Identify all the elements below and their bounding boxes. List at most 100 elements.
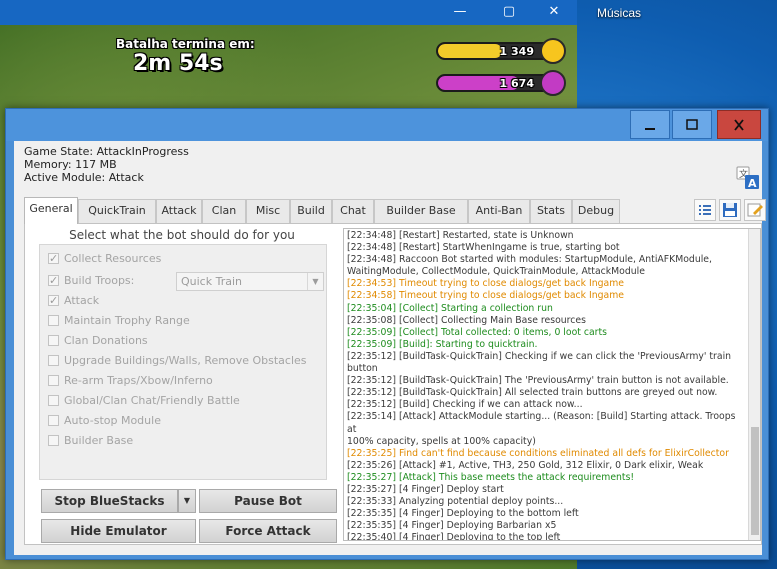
troop-mode-value: Quick Train bbox=[181, 275, 242, 288]
log-line: [22:35:12] [BuildTask-QuickTrain] All se… bbox=[347, 387, 718, 399]
edit-button[interactable] bbox=[744, 199, 766, 221]
settings-heading: Select what the bot should do for you bbox=[69, 228, 295, 242]
save-button[interactable] bbox=[719, 199, 741, 221]
log-line: [22:35:35] [4 Finger] Deploying Barbaria… bbox=[347, 520, 557, 532]
emulator-maximize-button[interactable]: ▢ bbox=[486, 0, 532, 25]
log-panel[interactable]: [22:34:48] [Restart] Restarted, state is… bbox=[343, 228, 761, 541]
log-line: [22:34:58] Timeout trying to close dialo… bbox=[347, 290, 624, 302]
troop-mode-select[interactable]: Quick Train ▼ bbox=[176, 272, 324, 291]
bot-titlebar[interactable] bbox=[6, 109, 768, 141]
checkbox[interactable] bbox=[48, 314, 59, 326]
log-lines: [22:34:48] [Restart] Restarted, state is… bbox=[347, 230, 747, 541]
checkbox[interactable] bbox=[48, 273, 59, 289]
chevron-down-icon[interactable]: ▼ bbox=[307, 273, 323, 290]
log-line: [22:35:27] [4 Finger] Deploy start bbox=[347, 483, 504, 495]
chat-friendly-battle-option[interactable]: Global/Clan Chat/Friendly Battle bbox=[48, 393, 240, 409]
gold-coin-icon bbox=[540, 38, 566, 64]
option-label: Collect Resources bbox=[64, 252, 162, 265]
log-line: [22:35:08] [Collect] Collecting Main Bas… bbox=[347, 314, 586, 326]
option-label: Global/Clan Chat/Friendly Battle bbox=[64, 394, 240, 407]
tab-chat[interactable]: Chat bbox=[332, 199, 374, 223]
auto-stop-module-option[interactable]: Auto-stop Module bbox=[48, 413, 161, 429]
log-line: [22:35:12] [BuildTask-QuickTrain] The 'P… bbox=[347, 375, 729, 387]
log-line: [22:35:33] Analyzing potential deploy po… bbox=[347, 496, 564, 508]
hide-emulator-button[interactable]: Hide Emulator bbox=[41, 519, 196, 543]
active-module-text: Active Module: Attack bbox=[24, 171, 144, 184]
log-line: [22:35:40] [4 Finger] Deploying to the t… bbox=[347, 532, 561, 541]
elixir-amount: 1 674 bbox=[499, 77, 534, 90]
option-label: Build Troops: bbox=[64, 274, 135, 287]
checkbox[interactable] bbox=[48, 251, 59, 267]
minimize-icon bbox=[645, 128, 655, 130]
upgrade-buildings-option[interactable]: Upgrade Buildings/Walls, Remove Obstacle… bbox=[48, 353, 307, 369]
tab-anti-ban[interactable]: Anti-Ban bbox=[468, 199, 530, 223]
option-label: Clan Donations bbox=[64, 334, 148, 347]
game-state-text: Game State: AttackInProgress bbox=[24, 145, 189, 158]
build-troops-option[interactable]: Build Troops: bbox=[48, 273, 134, 289]
stop-options-dropdown[interactable]: ▼ bbox=[178, 489, 196, 513]
clan-donations-option[interactable]: Clan Donations bbox=[48, 333, 148, 349]
translate-icon[interactable]: 文 A bbox=[736, 166, 760, 190]
settings-group: Collect Resources Build Troops: Attack M… bbox=[39, 244, 327, 480]
option-label: Upgrade Buildings/Walls, Remove Obstacle… bbox=[64, 354, 307, 367]
svg-text:A: A bbox=[748, 177, 757, 190]
minimize-button[interactable] bbox=[630, 110, 670, 139]
log-line: [22:35:14] [Attack] AttackModule startin… bbox=[347, 411, 736, 435]
checkbox[interactable] bbox=[48, 394, 59, 406]
tab-debug[interactable]: Debug bbox=[572, 199, 620, 223]
desktop-folder-label[interactable]: Músicas bbox=[597, 6, 641, 20]
checkbox[interactable] bbox=[48, 434, 59, 446]
tab-builder-base[interactable]: Builder Base bbox=[374, 199, 468, 223]
general-tab-panel: Select what the bot should do for you Co… bbox=[24, 223, 762, 545]
rearm-traps-option[interactable]: Re-arm Traps/Xbow/Inferno bbox=[48, 373, 213, 389]
close-button[interactable] bbox=[717, 110, 761, 139]
list-icon bbox=[699, 205, 711, 215]
checkbox[interactable] bbox=[48, 374, 59, 386]
log-line: [22:35:27] [Attack] This base meets the … bbox=[347, 471, 635, 483]
tab-attack[interactable]: Attack bbox=[156, 199, 202, 223]
checkbox[interactable] bbox=[48, 293, 59, 309]
builder-base-option[interactable]: Builder Base bbox=[48, 433, 133, 449]
gold-amount: 1 349 bbox=[499, 45, 534, 58]
stop-bluestacks-button[interactable]: Stop BlueStacks bbox=[41, 489, 178, 513]
elixir-bar: 1 674 bbox=[436, 74, 556, 92]
emulator-titlebar: — ▢ ✕ bbox=[0, 0, 577, 25]
checkbox[interactable] bbox=[48, 334, 59, 346]
log-scrollbar[interactable] bbox=[748, 229, 760, 540]
checkbox[interactable] bbox=[48, 354, 59, 366]
attack-option[interactable]: Attack bbox=[48, 293, 99, 309]
elixir-drop-icon bbox=[540, 70, 566, 96]
checkbox[interactable] bbox=[48, 414, 59, 426]
log-line: [22:35:35] [4 Finger] Deploying to the b… bbox=[347, 508, 579, 520]
emulator-close-button[interactable]: ✕ bbox=[531, 0, 577, 25]
maintain-trophy-range-option[interactable]: Maintain Trophy Range bbox=[48, 313, 190, 329]
option-label: Builder Base bbox=[64, 434, 134, 447]
log-line: [22:35:09] [Build]: Starting to quicktra… bbox=[347, 338, 538, 350]
log-line: [22:35:25] Find can't find because condi… bbox=[347, 447, 729, 459]
collect-resources-option[interactable]: Collect Resources bbox=[48, 251, 161, 267]
tab-clan[interactable]: Clan bbox=[202, 199, 246, 223]
option-label: Auto-stop Module bbox=[64, 414, 161, 427]
option-label: Attack bbox=[64, 294, 100, 307]
log-line: [22:34:53] Timeout trying to close dialo… bbox=[347, 278, 624, 290]
list-view-button[interactable] bbox=[694, 199, 716, 221]
log-line: 100% capacity, spells at 100% capacity) bbox=[347, 435, 536, 447]
edit-note-icon bbox=[747, 203, 763, 217]
log-line: [22:35:12] [BuildTask-QuickTrain] Checki… bbox=[347, 350, 732, 362]
tab-build[interactable]: Build bbox=[290, 199, 332, 223]
pause-bot-button[interactable]: Pause Bot bbox=[199, 489, 337, 513]
log-line: [22:34:48] [Restart] StartWhenIngame is … bbox=[347, 242, 620, 254]
tab-misc[interactable]: Misc bbox=[246, 199, 290, 223]
log-scrollbar-thumb[interactable] bbox=[751, 427, 759, 535]
tab-quicktrain[interactable]: QuickTrain bbox=[78, 199, 156, 223]
option-label: Re-arm Traps/Xbow/Inferno bbox=[64, 374, 213, 387]
gold-bar-fill bbox=[438, 44, 502, 58]
log-line: [22:34:48] Raccoon Bot started with modu… bbox=[347, 254, 712, 266]
tab-general[interactable]: General bbox=[24, 197, 78, 224]
maximize-button[interactable] bbox=[672, 110, 712, 139]
emulator-minimize-button[interactable]: — bbox=[437, 0, 483, 25]
log-line: [22:35:12] [Build] Checking if we can at… bbox=[347, 399, 583, 411]
tab-stats[interactable]: Stats bbox=[530, 199, 572, 223]
maximize-icon bbox=[686, 119, 698, 130]
force-attack-button[interactable]: Force Attack bbox=[199, 519, 337, 543]
